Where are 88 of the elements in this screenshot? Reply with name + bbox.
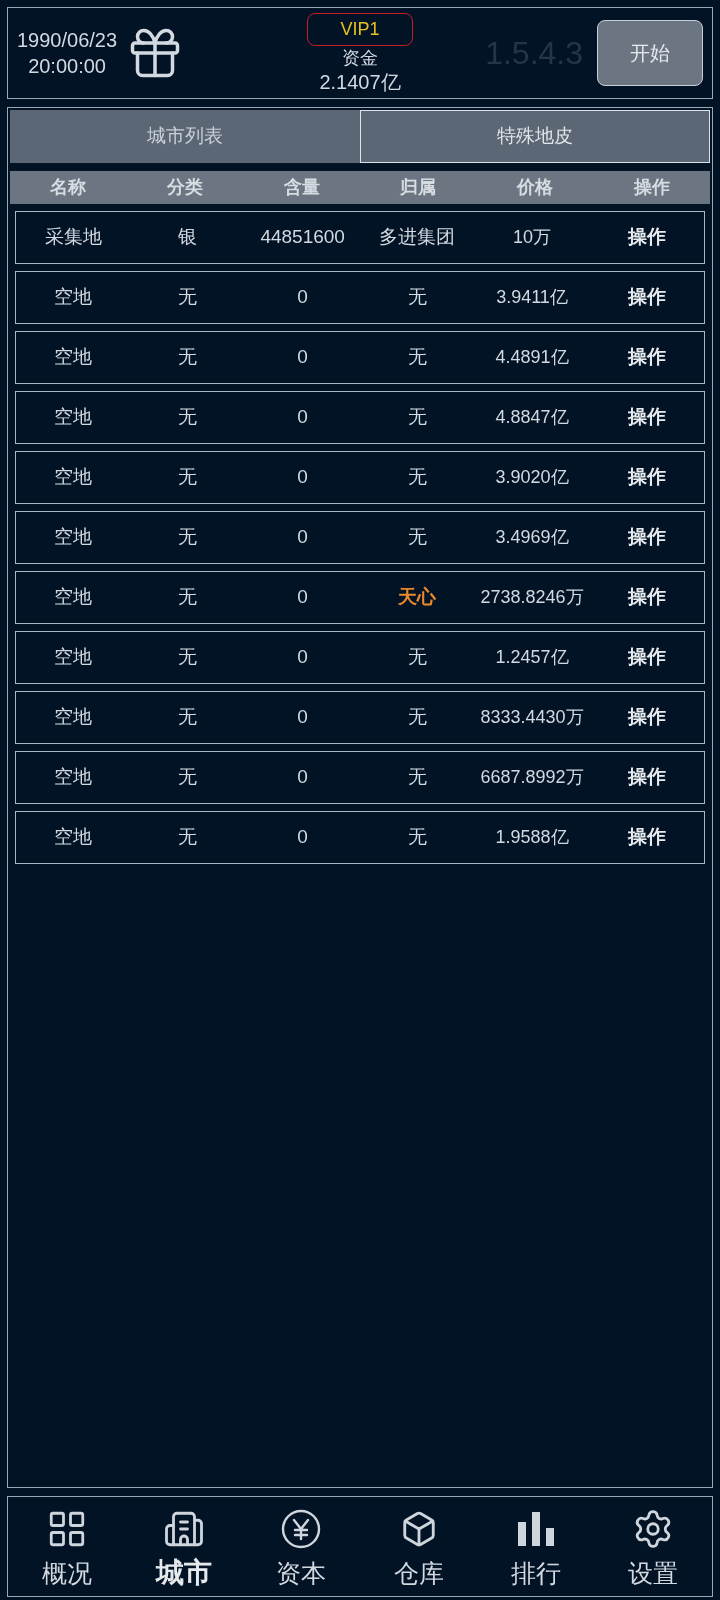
table-cell-text: 无: [406, 405, 428, 430]
action-link[interactable]: 操作: [627, 223, 666, 252]
table-cell-text: 采集地: [43, 225, 103, 250]
nav-item[interactable]: 设置: [594, 1497, 712, 1596]
nav-item[interactable]: 概况: [8, 1497, 126, 1596]
table-cell-text: 1.9588亿: [494, 826, 570, 849]
table-cell-text: 0: [296, 765, 309, 790]
action-link[interactable]: 操作: [627, 523, 666, 552]
table-cell-text: 无: [406, 765, 428, 790]
table-cell-text: 无: [177, 465, 199, 490]
column-header: 分类: [166, 176, 204, 199]
table-cell-text: 空地: [53, 705, 94, 730]
start-button[interactable]: 开始: [597, 20, 703, 86]
table-cell-text: 天心: [397, 585, 438, 610]
action-link[interactable]: 操作: [627, 343, 666, 372]
column-header: 价格: [515, 176, 554, 199]
table-cell-text: 3.9020亿: [494, 466, 570, 489]
table-cell-text: 0: [296, 345, 309, 370]
table-cell-text: 0: [296, 585, 309, 610]
table-cell-text: 无: [177, 765, 199, 790]
table-cell-text: 6687.8992万: [479, 766, 585, 789]
action-link[interactable]: 操作: [627, 703, 666, 732]
table-cell-text: 空地: [53, 405, 94, 430]
table-cell-text: 无: [177, 825, 199, 850]
table-cell-text: 无: [406, 465, 428, 490]
table-cell-text: 无: [406, 345, 428, 370]
column-header: 归属: [399, 176, 438, 199]
table-cell-text: 无: [177, 705, 199, 730]
table-cell-text: 空地: [53, 585, 94, 610]
table-cell-text: 0: [296, 405, 309, 430]
nav-item[interactable]: 仓库: [360, 1497, 478, 1596]
table-cell-text: 无: [177, 405, 199, 430]
table-cell-text: 无: [406, 285, 428, 310]
table-cell-text: 8333.4430万: [479, 706, 585, 729]
vip-badge: VIP1: [307, 13, 413, 46]
table-cell-text: 空地: [53, 645, 94, 670]
table-cell-text: 无: [406, 525, 428, 550]
funds-value: 2.1407亿: [319, 70, 401, 95]
table-cell-text: 0: [296, 645, 309, 670]
table-cell-text: 多进集团: [378, 225, 457, 250]
table-cell-text: 0: [296, 465, 309, 490]
table-cell-text: 空地: [53, 465, 94, 490]
bar-chart-icon: [518, 1512, 554, 1546]
action-link[interactable]: 操作: [627, 283, 666, 312]
table-cell-text: 2738.8246万: [479, 586, 585, 609]
table-cell-text: 3.9411亿: [495, 286, 569, 309]
table-cell-text: 空地: [53, 345, 94, 370]
action-link[interactable]: 操作: [627, 463, 666, 492]
table-cell-text: 空地: [53, 525, 94, 550]
action-link[interactable]: 操作: [627, 763, 666, 792]
table-cell-text: 空地: [53, 825, 94, 850]
table-cell-text: 44851600: [259, 225, 346, 250]
table-cell-text: 无: [406, 705, 428, 730]
action-link[interactable]: 操作: [627, 823, 666, 852]
tab[interactable]: 城市列表: [10, 110, 360, 163]
table-cell-text: 无: [177, 585, 199, 610]
table-cell-text: 0: [296, 705, 309, 730]
table-cell-text: 无: [177, 525, 199, 550]
table-cell-text: 0: [296, 825, 309, 850]
action-link[interactable]: 操作: [627, 583, 666, 612]
nav-item[interactable]: 排行: [477, 1497, 595, 1596]
tab[interactable]: 特殊地皮: [360, 110, 710, 163]
table-cell-text: 1.2457亿: [494, 646, 570, 669]
table-cell-text: 4.8847亿: [494, 406, 570, 429]
yen-coin-icon: [281, 1509, 322, 1549]
nav-item[interactable]: 城市: [125, 1497, 243, 1596]
table-cell-text: 3.4969亿: [494, 526, 570, 549]
time-text: 20:00:00: [28, 54, 106, 79]
table-cell-text: 无: [177, 285, 199, 310]
action-link[interactable]: 操作: [627, 643, 666, 672]
table-cell-text: 10万: [511, 226, 552, 249]
column-header: 操作: [632, 176, 671, 199]
nav-item[interactable]: 资本: [242, 1497, 360, 1596]
funds-label: 资金: [342, 47, 378, 69]
column-header: 名称: [49, 176, 88, 199]
table-cell-text: 无: [406, 645, 428, 670]
action-link[interactable]: 操作: [627, 403, 666, 432]
table-cell-text: 银: [177, 225, 199, 250]
table-cell-text: 无: [177, 345, 199, 370]
column-header: 含量: [282, 176, 321, 199]
date-text: 1990/06/23: [17, 28, 118, 53]
table-cell-text: 无: [406, 825, 428, 850]
table-cell-text: 0: [296, 285, 309, 310]
table-cell-text: 0: [296, 525, 309, 550]
table-cell-text: 空地: [53, 765, 94, 790]
table-cell-text: 空地: [53, 285, 94, 310]
table-cell-text: 4.4891亿: [494, 346, 570, 369]
table-cell-text: 无: [177, 645, 199, 670]
